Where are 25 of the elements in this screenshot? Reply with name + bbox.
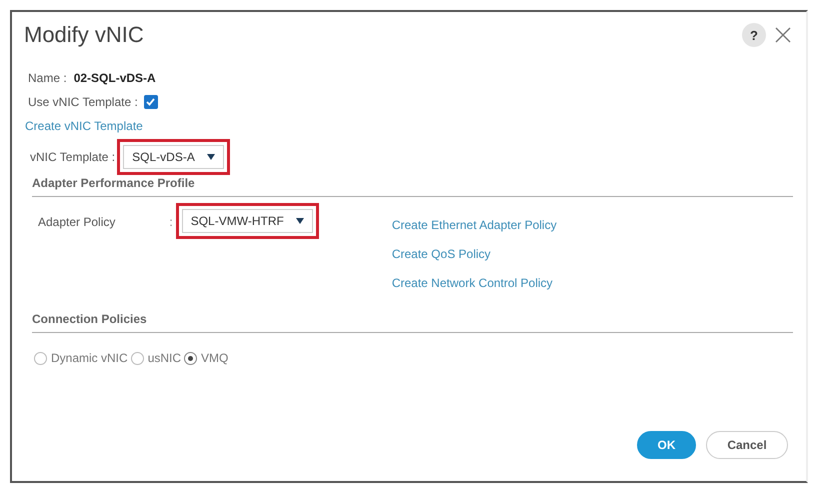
cancel-button[interactable]: Cancel [706,431,788,459]
ok-button[interactable]: OK [637,431,696,459]
create-policy-link[interactable]: Create Network Control Policy [392,276,557,290]
adapter-policy-select[interactable]: SQL-VMW-HTRF [182,209,313,233]
section-title: Adapter Performance Profile [31,176,196,190]
vnic-template-label: vNIC Template : [30,150,116,164]
use-template-label: Use vNIC Template : [28,95,138,109]
name-label: Name : [28,71,67,85]
caret-icon [206,154,215,160]
section-title: Connection Policies [31,312,148,326]
create-policy-link[interactable]: Create Ethernet Adapter Policy [392,218,557,232]
radio-option[interactable]: VMQ [184,351,228,365]
use-template-checkbox[interactable] [144,95,158,109]
separator-colon: : [169,215,173,231]
radio-option[interactable]: Dynamic vNIC [34,351,128,365]
radio-option[interactable]: usNIC [130,351,182,365]
adapter-policy-label: Adapter Policy [38,215,116,231]
vnic-template-select[interactable]: SQL-vDS-A [123,145,224,169]
caret-icon [296,218,304,224]
close-icon[interactable] [774,26,792,44]
create-template-link[interactable]: Create vNIC Template [25,119,143,133]
name-value: 02-SQL-vDS-A [74,71,156,85]
create-policy-link[interactable]: Create QoS Policy [392,247,557,261]
help-button[interactable]: ? [742,23,766,47]
dialog-title: Modify vNIC [24,22,144,48]
